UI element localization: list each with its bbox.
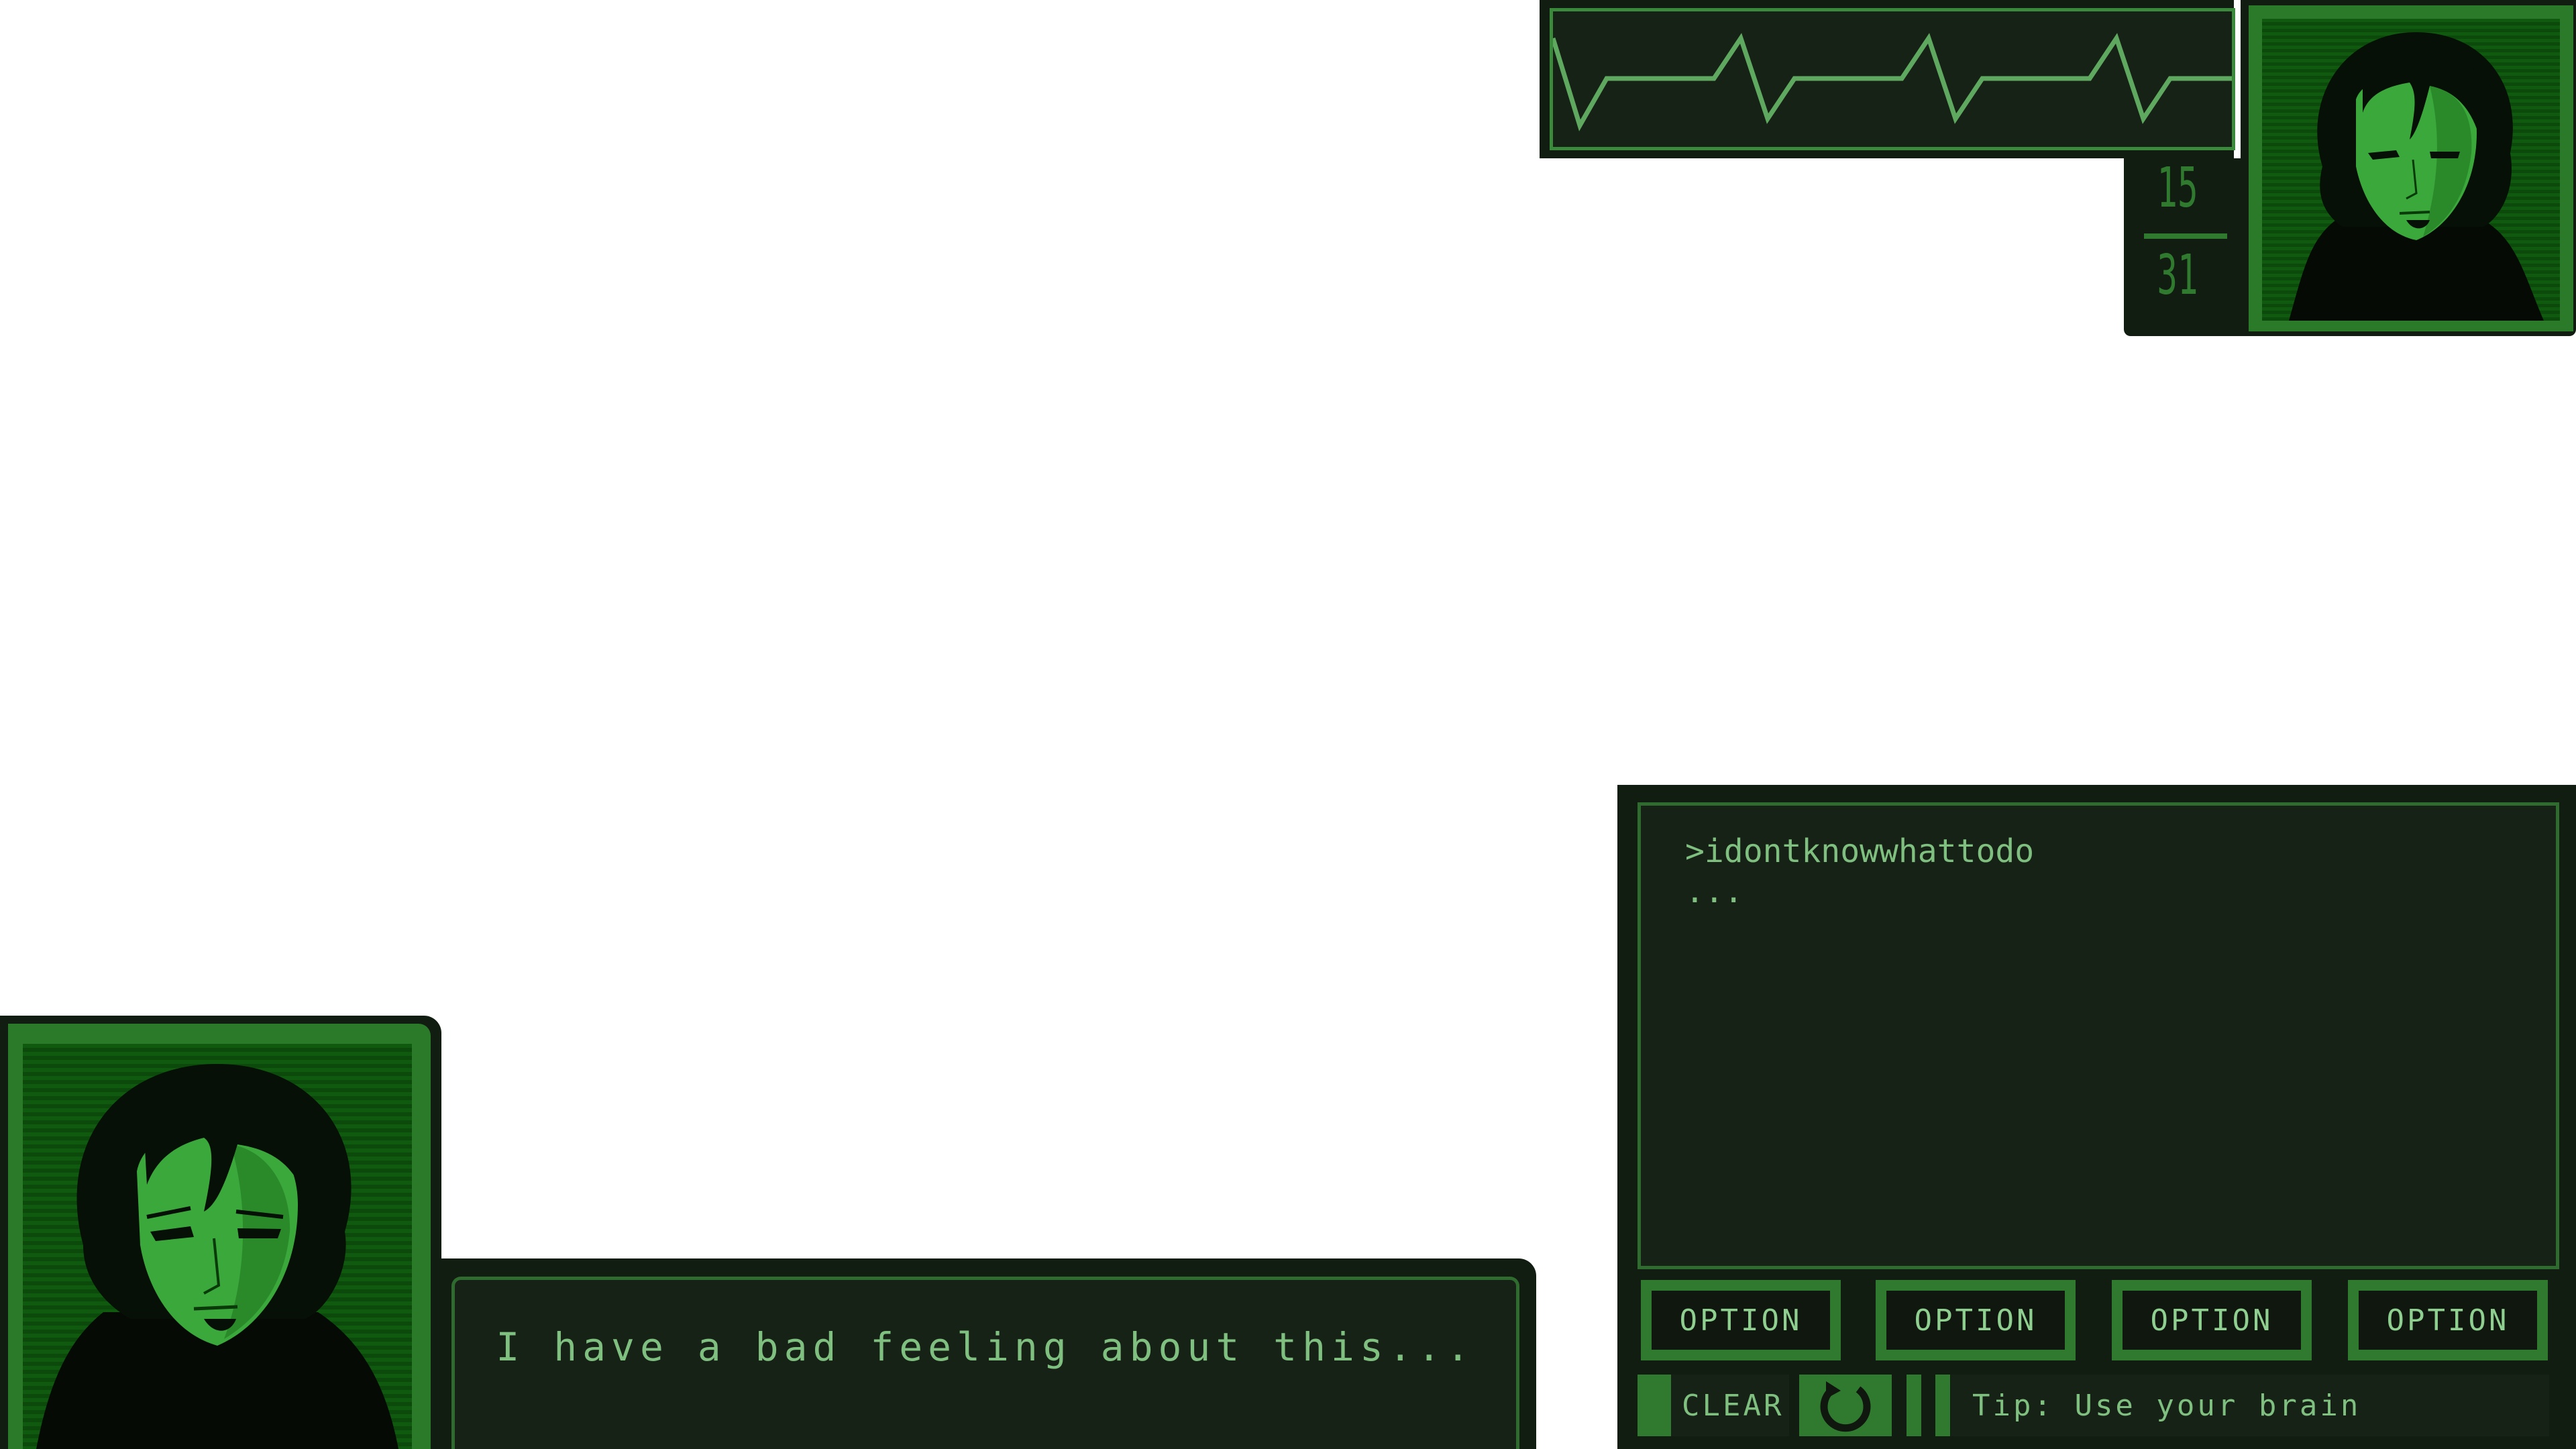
progress-counter: 15 31 — [2124, 158, 2258, 336]
option-button-2[interactable]: OPTION — [1876, 1280, 2076, 1360]
character-portrait-icon — [2262, 19, 2560, 321]
tip-text: Tip: Use your brain — [1972, 1388, 2361, 1423]
heart-monitor-screen — [1550, 8, 2235, 150]
option-button-4[interactable]: OPTION — [2348, 1280, 2548, 1360]
clear-button-label: CLEAR — [1682, 1388, 1784, 1423]
option-label: OPTION — [1886, 1291, 2065, 1350]
counter-current: 15 — [2157, 156, 2198, 220]
terminal-line: >idontknowwhattodo — [1685, 833, 2035, 870]
option-label: OPTION — [1652, 1291, 1830, 1350]
tip-box: Tip: Use your brain — [1951, 1375, 2549, 1436]
heartbeat-line-icon — [1553, 33, 2232, 131]
counter-total: 31 — [2157, 244, 2198, 307]
option-label: OPTION — [2359, 1291, 2537, 1350]
tip-divider — [1907, 1375, 1921, 1436]
clear-button-accent — [1638, 1375, 1671, 1436]
refresh-button[interactable] — [1799, 1375, 1892, 1436]
counter-divider — [2144, 233, 2227, 239]
option-button-1[interactable]: OPTION — [1641, 1280, 1841, 1360]
option-label: OPTION — [2123, 1291, 2301, 1350]
refresh-icon — [1820, 1381, 1871, 1432]
dialogue-box[interactable]: I have a bad feeling about this... — [451, 1277, 1519, 1449]
terminal-output: >idontknowwhattodo ... — [1638, 802, 2559, 1269]
clear-button[interactable]: CLEAR — [1638, 1375, 1789, 1436]
tip-divider — [1935, 1375, 1950, 1436]
dialogue-text: I have a bad feeling about this... — [496, 1324, 1475, 1370]
character-portrait-icon — [23, 1044, 412, 1449]
option-button-3[interactable]: OPTION — [2112, 1280, 2312, 1360]
terminal-line: ... — [1685, 873, 1743, 910]
